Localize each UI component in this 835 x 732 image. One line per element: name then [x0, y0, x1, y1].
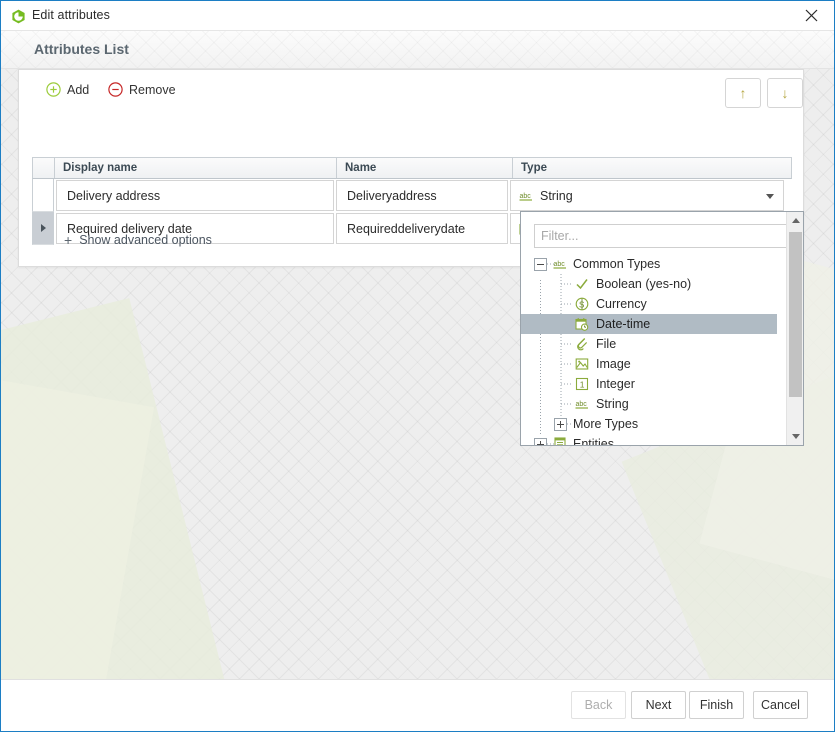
tree-node-label: Currency — [596, 296, 647, 311]
title-bar: Edit attributes — [1, 1, 834, 31]
next-button[interactable]: Next — [631, 691, 686, 719]
page-title: Attributes List — [34, 41, 129, 57]
edit-attributes-dialog: Edit attributes Attributes List Add Remo… — [0, 0, 835, 732]
scrollbar-thumb[interactable] — [789, 232, 802, 397]
row-selector[interactable] — [32, 179, 54, 212]
table-header-name: Name — [337, 158, 513, 178]
collapse-toggle-icon[interactable] — [534, 257, 547, 271]
check-icon — [575, 277, 589, 291]
add-button-label: Add — [67, 82, 90, 97]
table-header-display-name: Display name — [55, 158, 337, 178]
remove-button[interactable]: Remove — [108, 82, 176, 97]
plus-icon: + — [64, 232, 73, 248]
type-tree: abc Common Types Boolean (yes-no) Curren… — [521, 254, 787, 446]
step-header: Attributes List — [1, 31, 834, 69]
tree-node-common-types[interactable]: abc Common Types — [521, 254, 787, 274]
arrow-down-icon: ↓ — [781, 85, 789, 101]
cell-display-name[interactable]: Delivery address — [56, 180, 334, 211]
table-header-type: Type — [521, 162, 547, 174]
type-dropdown-popup: abc Common Types Boolean (yes-no) — [520, 211, 804, 446]
tree-node-label: Entities — [573, 436, 614, 446]
plus-circle-icon — [46, 82, 61, 97]
move-down-button[interactable]: ↓ — [767, 78, 803, 108]
cell-type-dropdown[interactable]: abc String — [510, 180, 784, 211]
integer-one-icon: 1 — [575, 377, 589, 391]
abc-string-icon: abc — [575, 397, 589, 411]
tree-node-label: Date-time — [596, 316, 651, 331]
chevron-down-icon[interactable] — [766, 193, 774, 199]
window-title: Edit attributes — [32, 8, 110, 22]
cell-name[interactable]: Requireddeliverydate — [336, 213, 508, 244]
tree-node-label: Boolean (yes-no) — [596, 276, 692, 291]
svg-text:abc: abc — [576, 401, 588, 408]
tree-node-currency[interactable]: S Currency — [521, 294, 787, 314]
tree-node-label: Image — [596, 356, 631, 371]
panel-toolbar: Add Remove ↑ ↓ — [19, 70, 805, 120]
tree-node-date-time[interactable]: Date-time — [521, 314, 777, 334]
tree-node-label: File — [596, 336, 617, 351]
svg-text:abc: abc — [520, 193, 532, 200]
show-advanced-options-link[interactable]: + Show advanced options — [64, 233, 212, 247]
scroll-down-icon[interactable] — [787, 428, 803, 445]
background-decoration — [1, 370, 155, 679]
cancel-button[interactable]: Cancel — [753, 691, 808, 719]
row-selector[interactable] — [32, 212, 54, 245]
back-button[interactable]: Back — [571, 691, 626, 719]
background-decoration — [1, 298, 243, 679]
wizard-body: Attributes List Add Remove ↑ ↓ Display n… — [1, 31, 834, 679]
cell-name[interactable]: Deliveryaddress — [336, 180, 508, 211]
mendix-logo-icon — [11, 9, 26, 24]
currency-icon: S — [575, 297, 589, 311]
image-icon — [575, 357, 589, 371]
table-header-selector — [33, 158, 55, 178]
scroll-up-icon[interactable] — [787, 212, 803, 229]
table-row[interactable]: Delivery address Deliveryaddress abc Str… — [32, 179, 792, 212]
expand-toggle-icon[interactable] — [554, 417, 567, 431]
svg-text:abc: abc — [554, 261, 566, 268]
tree-node-string[interactable]: abc String — [521, 394, 787, 414]
svg-text:1: 1 — [580, 380, 585, 390]
minus-circle-icon — [108, 82, 123, 97]
paperclip-icon — [575, 337, 589, 351]
tree-node-more-types[interactable]: More Types — [521, 414, 787, 434]
tree-node-label: More Types — [573, 416, 639, 431]
cell-type-label: String — [540, 188, 573, 203]
table-header-row: Display name Name Type — [32, 157, 792, 179]
dialog-footer: Back Next Finish Cancel — [1, 679, 834, 731]
entity-icon — [553, 437, 567, 445]
tree-node-image[interactable]: Image — [521, 354, 787, 374]
tree-node-label: Integer — [596, 376, 635, 391]
tree-node-label: Common Types — [573, 256, 661, 271]
dropdown-scrollbar[interactable] — [786, 212, 803, 445]
tree-node-label: String — [596, 396, 629, 411]
abc-string-icon: abc — [519, 189, 533, 203]
finish-button[interactable]: Finish — [689, 691, 744, 719]
tree-node-integer[interactable]: 1 Integer — [521, 374, 787, 394]
tree-node-file[interactable]: File — [521, 334, 787, 354]
add-button[interactable]: Add — [46, 82, 89, 97]
arrow-up-icon: ↑ — [739, 85, 747, 101]
expand-toggle-icon[interactable] — [534, 437, 547, 445]
tree-node-entities[interactable]: Entities — [521, 434, 787, 446]
calendar-clock-icon — [575, 317, 589, 331]
abc-string-icon: abc — [553, 257, 567, 271]
show-advanced-options-label: Show advanced options — [79, 233, 212, 247]
move-up-button[interactable]: ↑ — [725, 78, 761, 108]
close-icon[interactable] — [788, 1, 834, 30]
remove-button-label: Remove — [129, 82, 176, 97]
tree-node-boolean[interactable]: Boolean (yes-no) — [521, 274, 787, 294]
filter-input[interactable] — [534, 224, 792, 248]
